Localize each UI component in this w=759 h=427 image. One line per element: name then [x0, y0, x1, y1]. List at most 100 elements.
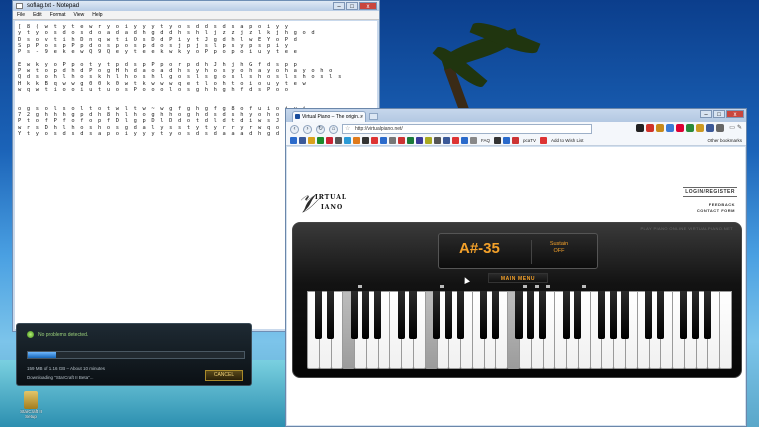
extension-icon[interactable]	[666, 124, 674, 132]
bookmark-star-icon[interactable]: ☆	[345, 125, 350, 134]
extension-icon[interactable]	[656, 124, 664, 132]
black-key[interactable]	[350, 291, 358, 339]
black-key[interactable]	[656, 291, 664, 339]
bookmark-icon[interactable]	[290, 137, 297, 144]
bookmark-icon[interactable]	[326, 137, 333, 144]
black-key[interactable]	[456, 291, 464, 339]
cancel-button[interactable]: CANCEL	[205, 370, 243, 381]
wrench-icon[interactable]: ✎	[737, 124, 742, 131]
notepad-titlebar[interactable]: soflag.txt - Notepad – □ x	[13, 1, 379, 11]
other-bookmarks[interactable]: Other bookmarks	[707, 138, 742, 143]
bookmark-icon[interactable]	[461, 137, 468, 144]
menu-format[interactable]: Format	[50, 11, 66, 19]
notepad-icon	[16, 3, 23, 9]
forward-button[interactable]: ›	[303, 124, 312, 134]
menu-file[interactable]: File	[17, 11, 25, 19]
virtual-piano-logo[interactable]: 𝒱 IRTUAL IANO	[297, 191, 361, 217]
black-key[interactable]	[327, 291, 335, 339]
sustain-toggle[interactable]: Sustain OFF	[542, 241, 576, 255]
black-key[interactable]	[362, 291, 370, 339]
black-key[interactable]	[433, 291, 441, 339]
bookmark-faq[interactable]: FAQ	[481, 138, 490, 143]
black-key[interactable]	[680, 291, 688, 339]
black-key[interactable]	[703, 291, 711, 339]
folder-icon	[24, 391, 38, 409]
black-key[interactable]	[645, 291, 653, 339]
desktop-shortcut[interactable]: StarCraft II Setup	[19, 391, 43, 419]
black-key[interactable]	[397, 291, 405, 339]
bookmark-icon[interactable]	[308, 137, 315, 144]
black-key[interactable]	[409, 291, 417, 339]
black-key[interactable]	[574, 291, 582, 339]
bookmark-icon[interactable]	[380, 137, 387, 144]
black-key[interactable]	[609, 291, 617, 339]
bookmark-icon[interactable]	[452, 137, 459, 144]
bookmark-icon[interactable]	[371, 137, 378, 144]
bookmark-icon[interactable]	[353, 137, 360, 144]
menu-view[interactable]: View	[74, 11, 85, 19]
bookmark-icon[interactable]	[434, 137, 441, 144]
back-button[interactable]: ‹	[290, 124, 299, 134]
black-key[interactable]	[692, 291, 700, 339]
minimize-button[interactable]: –	[700, 110, 712, 118]
tab-close-icon[interactable]: ×	[360, 112, 363, 122]
gmail-icon[interactable]	[696, 124, 704, 132]
maximize-button[interactable]: □	[346, 2, 358, 10]
bookmark-icon[interactable]	[494, 137, 502, 144]
browser-window[interactable]: Virtual Piano – The origin... × – □ x ‹ …	[285, 108, 747, 427]
bookmark-icon[interactable]	[299, 137, 306, 144]
bookmark-pcatv[interactable]: pcaTV	[523, 138, 536, 143]
bookmark-icon[interactable]	[503, 137, 511, 144]
black-key[interactable]	[315, 291, 323, 339]
black-key[interactable]	[444, 291, 452, 339]
bookmark-icon[interactable]	[512, 137, 520, 144]
bookmark-icon[interactable]	[540, 137, 548, 144]
black-key[interactable]	[621, 291, 629, 339]
bookmark-icon[interactable]	[335, 137, 342, 144]
extension-icon[interactable]	[716, 124, 724, 132]
reload-button[interactable]: ↻	[316, 124, 325, 134]
address-bar[interactable]: ☆ http://virtualpiano.net/	[342, 124, 592, 134]
close-button[interactable]: x	[726, 110, 744, 118]
extension-icon[interactable]	[686, 124, 694, 132]
bookmark-icon[interactable]	[317, 137, 324, 144]
piano-keyboard[interactable]	[307, 291, 732, 371]
page-menu-icon[interactable]: ▭	[729, 124, 735, 131]
bookmark-wishlist[interactable]: Add to Wish List	[551, 138, 584, 143]
extension-icon[interactable]	[676, 124, 684, 132]
bookmark-icon[interactable]	[425, 137, 432, 144]
menu-help[interactable]: Help	[92, 11, 102, 19]
bookmark-icon[interactable]	[389, 137, 396, 144]
bookmark-icon[interactable]	[416, 137, 423, 144]
bookmark-icon[interactable]	[443, 137, 450, 144]
black-key[interactable]	[539, 291, 547, 339]
key-marker	[534, 285, 539, 288]
extension-icon[interactable]	[646, 124, 654, 132]
bookmark-icon[interactable]	[398, 137, 405, 144]
amazon-icon[interactable]	[636, 124, 644, 132]
black-key[interactable]	[527, 291, 535, 339]
black-key[interactable]	[515, 291, 523, 339]
extension-icon[interactable]	[706, 124, 714, 132]
menu-edit[interactable]: Edit	[33, 11, 42, 19]
minimize-button[interactable]: –	[333, 2, 345, 10]
new-tab-button[interactable]	[369, 113, 378, 120]
close-button[interactable]: x	[359, 2, 377, 10]
main-menu-button[interactable]: MAIN MENU	[488, 273, 548, 283]
bookmark-icon[interactable]	[470, 137, 477, 144]
black-key[interactable]	[491, 291, 499, 339]
bookmark-icon[interactable]	[407, 137, 414, 144]
black-key[interactable]	[562, 291, 570, 339]
white-key[interactable]	[719, 291, 732, 369]
bookmark-icon[interactable]	[344, 137, 351, 144]
maximize-button[interactable]: □	[713, 110, 725, 118]
tab-virtual-piano[interactable]: Virtual Piano – The origin... ×	[292, 111, 366, 122]
contact-form-link[interactable]: CONTACT FORM	[697, 208, 735, 213]
feedback-link[interactable]: FEEDBACK	[709, 202, 735, 207]
black-key[interactable]	[480, 291, 488, 339]
home-button[interactable]: ⌂	[329, 124, 338, 134]
black-key[interactable]	[374, 291, 382, 339]
black-key[interactable]	[597, 291, 605, 339]
login-register-link[interactable]: LOGIN/REGISTER	[683, 187, 737, 197]
bookmark-icon[interactable]	[362, 137, 369, 144]
